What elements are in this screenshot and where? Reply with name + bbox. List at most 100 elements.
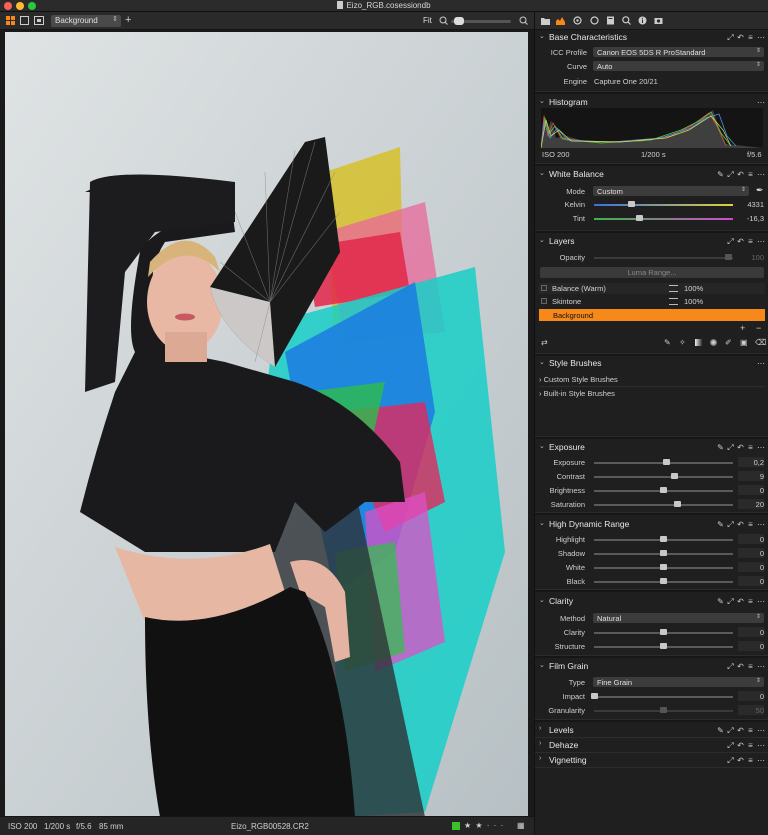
brush-icon[interactable]: ✎ xyxy=(717,726,724,734)
impact-slider[interactable] xyxy=(594,696,733,698)
clarity-header[interactable]: ⌄ Clarity ✎ ⤢ ↶ ≡ ⋯ xyxy=(535,594,768,608)
gradient-mask-icon[interactable] xyxy=(695,339,702,346)
exposure-header[interactable]: ⌄ Exposure ✎ ⤢ ↶ ≡ ⋯ xyxy=(535,440,768,454)
slider-value[interactable]: 0 xyxy=(734,486,764,495)
film-grain-header[interactable]: ⌄ Film Grain ⤢ ↶ ≡ ⋯ xyxy=(535,659,768,673)
capture-icon[interactable] xyxy=(556,16,565,25)
more-icon[interactable]: ⋯ xyxy=(757,359,765,367)
more-icon[interactable]: ⋯ xyxy=(757,33,765,41)
compare-view-icon[interactable] xyxy=(34,16,44,25)
slider-thumb[interactable] xyxy=(660,578,667,584)
presets-icon[interactable]: ≡ xyxy=(747,726,754,734)
reset-icon[interactable]: ↶ xyxy=(737,756,744,764)
reset-icon[interactable]: ↶ xyxy=(737,741,744,749)
reset-icon[interactable]: ↶ xyxy=(737,597,744,605)
impact-thumb[interactable] xyxy=(590,693,598,699)
color-icon[interactable] xyxy=(590,16,599,25)
lens-icon[interactable] xyxy=(573,16,582,25)
brush-icon[interactable]: ✎ xyxy=(717,520,724,528)
more-icon[interactable]: ⋯ xyxy=(757,726,765,734)
list-item[interactable]: › Built-in Style Brushes xyxy=(539,389,765,401)
more-icon[interactable]: ⋯ xyxy=(757,756,765,764)
presets-icon[interactable]: ≡ xyxy=(747,237,754,245)
presets-icon[interactable]: ≡ xyxy=(747,662,754,670)
zoom-fit-label[interactable]: Fit xyxy=(423,16,432,25)
picker-icon[interactable]: ✒ xyxy=(756,185,764,196)
brush-icon[interactable]: ✎ xyxy=(717,597,724,605)
star-rating[interactable]: ★ ★ · · · xyxy=(464,821,504,830)
slider-value[interactable]: 0 xyxy=(734,563,764,572)
tint-slider[interactable] xyxy=(594,218,733,220)
draw-mask-icon[interactable]: ✎ xyxy=(664,338,671,347)
grid-icon[interactable]: ▦ xyxy=(517,821,525,830)
tint-thumb[interactable] xyxy=(636,215,644,221)
hdr-header[interactable]: ⌄ High Dynamic Range ✎ ⤢ ↶ ≡ ⋯ xyxy=(535,517,768,531)
slider-thumb[interactable] xyxy=(671,473,679,479)
radial-mask-icon[interactable] xyxy=(710,339,717,346)
grain-type-dropdown[interactable]: Fine Grain ⇕ xyxy=(593,677,764,687)
white-balance-header[interactable]: ⌄ White Balance ✎ ⤢ ↶ ≡ ⋯ xyxy=(535,167,768,181)
kelvin-slider[interactable] xyxy=(594,204,733,206)
curve-dropdown[interactable]: Auto ⇕ xyxy=(593,61,764,71)
slider-thumb[interactable] xyxy=(660,629,667,635)
wb-mode-dropdown[interactable]: Custom ⇕ xyxy=(593,186,749,196)
slider-thumb[interactable] xyxy=(660,564,667,570)
presets-icon[interactable]: ≡ xyxy=(747,597,754,605)
slider-thumb[interactable] xyxy=(673,501,681,507)
slider-value[interactable]: 0 xyxy=(734,535,764,544)
fill-mask-icon[interactable]: ▣ xyxy=(740,338,748,347)
more-icon[interactable]: ⋯ xyxy=(757,237,765,245)
brush-icon[interactable]: ✎ xyxy=(717,443,724,451)
levels-header[interactable]: › Levels ✎ ⤢ ↶ ≡ ⋯ xyxy=(535,723,768,737)
slider-value[interactable]: 9 xyxy=(734,472,764,481)
fill-icon[interactable]: ⤢ xyxy=(727,33,734,41)
presets-icon[interactable]: ≡ xyxy=(747,33,754,41)
histogram-header[interactable]: ⌄ Histogram ⋯ xyxy=(535,95,768,109)
slider-value[interactable]: 0 xyxy=(734,642,764,651)
slider-value[interactable]: 0,2 xyxy=(734,458,764,467)
fill-icon[interactable]: ⤢ xyxy=(727,726,734,734)
presets-icon[interactable]: ≡ xyxy=(747,443,754,451)
more-icon[interactable]: ⋯ xyxy=(757,170,765,178)
layer-item[interactable]: Skintone 100% xyxy=(539,296,765,307)
presets-icon[interactable]: ≡ xyxy=(747,520,754,528)
luma-range-button[interactable]: Luma Range... xyxy=(540,267,764,278)
presets-icon[interactable]: ≡ xyxy=(747,756,754,764)
more-icon[interactable]: ⋯ xyxy=(757,597,765,605)
brush-icon[interactable]: ✎ xyxy=(717,170,724,178)
fill-icon[interactable]: ⤢ xyxy=(727,237,734,245)
photo-preview[interactable] xyxy=(5,32,528,817)
layer-sliders-icon[interactable] xyxy=(669,298,678,305)
list-item[interactable]: › Custom Style Brushes xyxy=(539,375,765,387)
grid-view-icon[interactable] xyxy=(6,16,15,25)
remove-layer-icon[interactable]: − xyxy=(756,323,761,333)
zoom-out-icon[interactable] xyxy=(439,16,448,25)
icc-profile-dropdown[interactable]: Canon EOS 5DS R ProStandard ⇕ xyxy=(593,47,764,57)
kelvin-thumb[interactable] xyxy=(628,201,636,207)
more-icon[interactable]: ⋯ xyxy=(757,662,765,670)
details-icon[interactable] xyxy=(622,16,631,25)
reset-icon[interactable]: ↶ xyxy=(737,237,744,245)
vignetting-header[interactable]: › Vignetting ⤢ ↶ ≡ ⋯ xyxy=(535,753,768,767)
more-icon[interactable]: ⋯ xyxy=(757,98,765,106)
exposure-icon[interactable] xyxy=(606,16,615,25)
more-icon[interactable]: ⋯ xyxy=(757,741,765,749)
layer-opacity-thumb[interactable] xyxy=(725,254,732,260)
fill-icon[interactable]: ⤢ xyxy=(727,520,734,528)
layer-item[interactable]: Balance (Warm) 100% xyxy=(539,283,765,294)
add-layer-icon[interactable]: + xyxy=(740,323,745,333)
reset-icon[interactable]: ↶ xyxy=(737,520,744,528)
reset-icon[interactable]: ↶ xyxy=(737,726,744,734)
more-icon[interactable]: ⋯ xyxy=(757,520,765,528)
more-icon[interactable]: ⋯ xyxy=(757,443,765,451)
reset-icon[interactable]: ↶ xyxy=(737,33,744,41)
slider-value[interactable]: 0 xyxy=(734,628,764,637)
dehaze-header[interactable]: › Dehaze ⤢ ↶ ≡ ⋯ xyxy=(535,738,768,752)
reset-icon[interactable]: ↶ xyxy=(737,443,744,451)
fill-icon[interactable]: ⤢ xyxy=(727,170,734,178)
add-layer-icon[interactable]: + xyxy=(125,14,131,26)
layer-checkbox[interactable] xyxy=(541,285,547,291)
slider-track[interactable] xyxy=(594,504,733,506)
granularity-thumb[interactable] xyxy=(660,707,667,713)
slider-track[interactable] xyxy=(594,476,733,478)
